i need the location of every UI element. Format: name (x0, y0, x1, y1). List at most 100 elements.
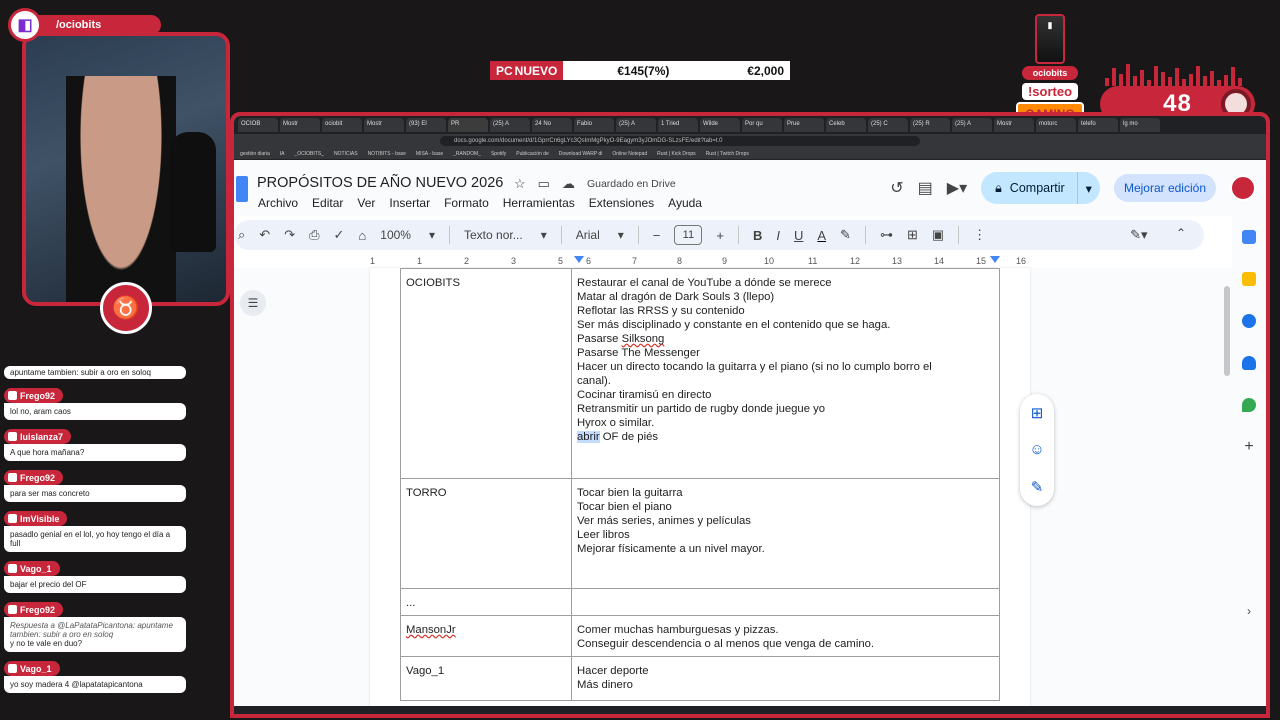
url-input[interactable]: docs.google.com/document/d/1GprrCn6gLYc3… (440, 136, 920, 146)
selected-text[interactable]: abrir (577, 431, 600, 443)
history-icon[interactable]: ↺ (890, 178, 903, 198)
document-title[interactable]: PROPÓSITOS DE AÑO NUEVO 2026 (257, 175, 503, 191)
table-cell-goals[interactable]: Restaurar el canal de YouTube a dónde se… (571, 268, 1000, 479)
browser-tab[interactable]: OCIOB (238, 118, 278, 132)
italic-icon[interactable]: I (776, 228, 780, 243)
browser-tab[interactable]: motorc (1036, 118, 1076, 132)
table-cell-goals[interactable]: Tocar bien la guitarra Tocar bien el pia… (571, 478, 1000, 589)
link-icon[interactable]: ⊶ (880, 227, 893, 243)
editing-mode-icon[interactable]: ✎▾ (1130, 227, 1147, 243)
comments-icon[interactable]: ▤ (918, 178, 933, 198)
print-icon[interactable]: ⎙ (309, 227, 319, 243)
browser-tab[interactable]: (25) R (910, 118, 950, 132)
browser-tab[interactable]: Mostr (994, 118, 1034, 132)
move-folder-icon[interactable]: ▭ (538, 176, 550, 192)
search-icon[interactable]: ⌕ (238, 227, 245, 243)
table-cell-name[interactable]: ... (400, 588, 572, 616)
style-select[interactable]: Texto nor... ▾ (464, 228, 547, 242)
browser-tab[interactable]: (25) A (952, 118, 992, 132)
more-options-icon[interactable]: ⋮ (973, 227, 986, 243)
bookmark-item[interactable]: _OCIOBITS_ (294, 151, 323, 157)
bookmark-item[interactable]: Rust | Kick Drops (657, 151, 696, 157)
browser-tab[interactable]: (25) A (490, 118, 530, 132)
add-comment-icon[interactable]: ⊞ (1031, 404, 1044, 422)
browser-tab[interactable]: Celeb (826, 118, 866, 132)
outline-icon[interactable]: ☰ (240, 290, 266, 316)
table-cell-name[interactable]: MansonJr (400, 615, 572, 657)
browser-tab[interactable]: Prue (784, 118, 824, 132)
chevron-right-icon[interactable]: › (1242, 604, 1256, 618)
tasks-icon[interactable] (1242, 314, 1256, 328)
docs-logo-icon[interactable] (236, 176, 248, 202)
font-select[interactable]: Arial ▾ (576, 228, 624, 242)
emoji-reaction-icon[interactable]: ☺ (1029, 441, 1044, 458)
bookmark-item[interactable]: IA (280, 151, 285, 157)
decrease-font-size-icon[interactable]: − (653, 228, 661, 243)
bookmark-item[interactable]: Rust | Twitch Drops (706, 151, 749, 157)
highlight-icon[interactable]: ✎ (840, 227, 851, 243)
browser-tab[interactable]: (25) A (616, 118, 656, 132)
menu-archivo[interactable]: Archivo (258, 196, 298, 210)
spellcheck-icon[interactable]: ✓ (334, 227, 345, 243)
chevron-down-icon[interactable]: ▾ (1086, 181, 1092, 196)
improve-edit-button[interactable]: Mejorar edición (1113, 174, 1216, 202)
avatar[interactable] (1230, 175, 1256, 201)
share-button[interactable]: 🔒︎ Compartir ▾ (981, 172, 1100, 204)
bookmark-item[interactable]: NOTICIAS (334, 151, 358, 157)
indent-marker[interactable] (574, 256, 584, 263)
bookmark-item[interactable]: Download WARP di (559, 151, 603, 157)
bookmark-item[interactable]: NOTIBITS - base (368, 151, 406, 157)
table-cell-name[interactable]: Vago_1 (400, 656, 572, 701)
text-color-icon[interactable]: A (817, 228, 826, 243)
browser-tab[interactable]: 1 Tried (658, 118, 698, 132)
table-cell-goals[interactable] (571, 588, 1000, 616)
chevron-up-icon[interactable]: ⌃ (1176, 226, 1186, 240)
browser-tab[interactable]: (25) C (868, 118, 908, 132)
menu-herramientas[interactable]: Herramientas (503, 196, 575, 210)
bookmark-item[interactable]: Spotify (491, 151, 506, 157)
menu-formato[interactable]: Formato (444, 196, 489, 210)
browser-tab-active[interactable]: PR (448, 118, 488, 132)
browser-tab[interactable]: (93) El (406, 118, 446, 132)
bookmark-item[interactable]: MISA - base (416, 151, 443, 157)
table-cell-name[interactable]: TORRO (400, 478, 572, 589)
paint-format-icon[interactable]: ⌂ (358, 228, 366, 243)
calendar-icon[interactable] (1242, 230, 1256, 244)
increase-font-size-icon[interactable]: + (716, 228, 724, 243)
menu-insertar[interactable]: Insertar (389, 196, 430, 210)
keep-icon[interactable] (1242, 272, 1256, 286)
add-addon-icon[interactable]: + (1242, 439, 1256, 455)
browser-tab[interactable]: Mostr (364, 118, 404, 132)
suggest-edit-icon[interactable]: ✎ (1031, 478, 1044, 496)
browser-tab[interactable]: 24 No (532, 118, 572, 132)
star-icon[interactable]: ☆ (514, 176, 526, 192)
menu-ver[interactable]: Ver (357, 196, 375, 210)
undo-icon[interactable]: ↶ (259, 227, 270, 243)
zoom-select[interactable]: 100% ▾ (380, 228, 435, 242)
bold-icon[interactable]: B (753, 228, 762, 243)
browser-tab[interactable]: Wilde (700, 118, 740, 132)
document-page[interactable]: OCIOBITS Restaurar el canal de YouTube a… (370, 268, 1030, 714)
table-cell-goals[interactable]: Hacer deporte Más dinero (571, 656, 1000, 701)
browser-tab[interactable]: Por qu (742, 118, 782, 132)
browser-tab[interactable]: telefo (1078, 118, 1118, 132)
scrollbar[interactable] (1224, 286, 1230, 376)
menu-ayuda[interactable]: Ayuda (668, 196, 702, 210)
maps-icon[interactable] (1242, 398, 1256, 412)
table-cell-name[interactable]: OCIOBITS (400, 268, 572, 479)
menu-extensiones[interactable]: Extensiones (589, 196, 654, 210)
right-indent-marker[interactable] (990, 256, 1000, 263)
browser-tab[interactable]: Mostr (280, 118, 320, 132)
browser-tab[interactable]: lg mo (1120, 118, 1160, 132)
font-size-input[interactable]: 11 (674, 225, 703, 245)
redo-icon[interactable]: ↷ (284, 227, 295, 243)
contacts-icon[interactable] (1242, 356, 1256, 370)
menu-editar[interactable]: Editar (312, 196, 343, 210)
bookmark-item[interactable]: Publicación de (516, 151, 549, 157)
bookmark-item[interactable]: gestión diaria (240, 151, 270, 157)
table-cell-goals[interactable]: Comer muchas hamburguesas y pizzas. Cons… (571, 615, 1000, 657)
goals-table[interactable]: OCIOBITS Restaurar el canal de YouTube a… (400, 268, 1000, 701)
cloud-saved-icon[interactable]: ☁ (562, 176, 575, 192)
insert-image-icon[interactable]: ▣ (932, 227, 944, 243)
meet-icon[interactable]: ▶▾ (947, 178, 967, 198)
